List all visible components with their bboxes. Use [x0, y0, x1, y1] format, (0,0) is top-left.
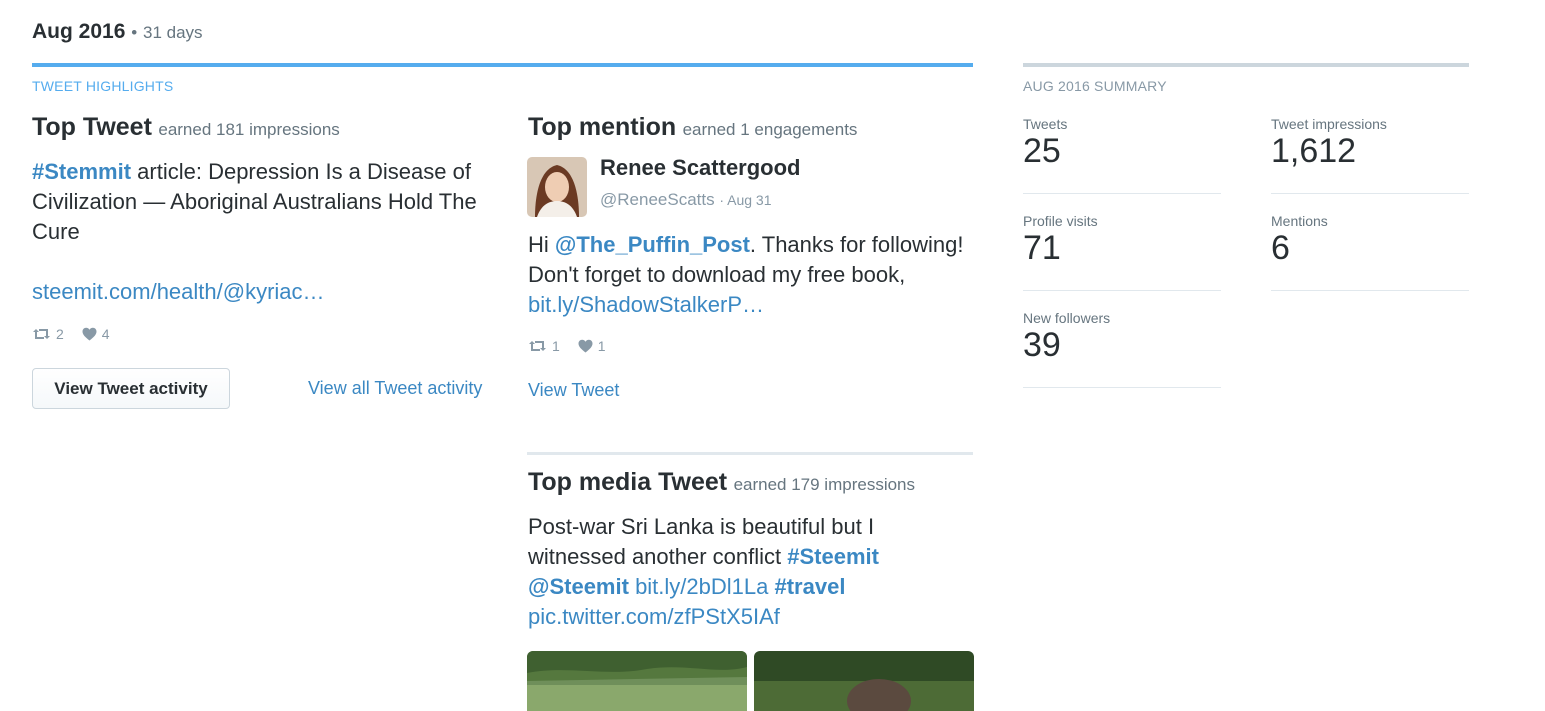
- stat-divider: [1271, 193, 1469, 194]
- media-image-1[interactable]: [527, 651, 747, 711]
- mention-author-handle[interactable]: @ReneeScatts: [600, 190, 715, 209]
- mention-author-handle-row: @ReneeScatts · Aug 31: [600, 190, 771, 210]
- top-media-earned: earned 179 impressions: [733, 475, 916, 494]
- top-mention-text: Hi @The_Puffin_Post. Thanks for followin…: [528, 230, 968, 320]
- top-tweet-likes: 4: [82, 326, 110, 342]
- heart-icon: [82, 327, 97, 341]
- stat-mentions-value: 6: [1271, 229, 1290, 267]
- period-separator: •: [131, 23, 138, 42]
- top-media-title: Top media Tweet: [528, 468, 728, 496]
- stat-mentions: Mentions 6: [1271, 213, 1328, 268]
- top-mention-earned: earned 1 engagements: [682, 120, 858, 139]
- stat-divider: [1271, 290, 1469, 291]
- stat-tweets: Tweets 25: [1023, 116, 1067, 171]
- view-tweet-activity-button[interactable]: View Tweet activity: [32, 368, 230, 409]
- stat-tweets-label: Tweets: [1023, 116, 1068, 132]
- top-tweet-earned: earned 181 impressions: [158, 120, 340, 139]
- stat-divider: [1023, 387, 1221, 388]
- top-mention-like-count: 1: [597, 338, 606, 354]
- media-divider: [527, 452, 973, 455]
- top-tweet-retweet-count: 2: [56, 326, 64, 342]
- summary-divider: [1023, 63, 1469, 67]
- period-days: 31 days: [143, 23, 203, 42]
- stat-divider: [1023, 290, 1221, 291]
- view-tweet-link[interactable]: View Tweet: [528, 380, 619, 401]
- mention-book-link[interactable]: bit.ly/ShadowStalkerP…: [528, 292, 764, 317]
- media-pic-link[interactable]: pic.twitter.com/zfPStX5IAf: [528, 604, 780, 629]
- mention-author-name[interactable]: Renee Scattergood: [600, 155, 801, 181]
- stat-new-followers-value: 39: [1023, 326, 1061, 364]
- stat-mentions-label: Mentions: [1271, 213, 1328, 229]
- view-all-tweet-activity-link[interactable]: View all Tweet activity: [308, 378, 482, 399]
- media-link[interactable]: bit.ly/2bDl1La: [635, 574, 768, 599]
- top-tweet-text: #Stemmit article: Depression Is a Diseas…: [32, 157, 482, 247]
- media-mention-steemit[interactable]: @Steemit: [528, 574, 629, 599]
- media-image-2[interactable]: [754, 651, 974, 711]
- highlights-divider: [32, 63, 973, 67]
- top-tweet-title: Top Tweet: [32, 113, 152, 141]
- top-media-heading: Top media Tweet earned 179 impressions: [528, 468, 915, 497]
- stat-profile-visits-value: 71: [1023, 229, 1061, 267]
- mention-user-link[interactable]: @The_Puffin_Post: [555, 232, 750, 257]
- stat-new-followers: New followers 39: [1023, 310, 1110, 365]
- stat-profile-visits: Profile visits 71: [1023, 213, 1098, 268]
- period-label: Aug 2016: [32, 20, 126, 43]
- top-mention-actions: 1 1: [528, 338, 624, 354]
- top-tweet-link[interactable]: steemit.com/health/@kyriac…: [32, 277, 325, 307]
- avatar[interactable]: [527, 157, 587, 217]
- retweet-icon: [528, 339, 547, 353]
- stat-impressions-label: Tweet impressions: [1271, 116, 1387, 132]
- top-mention-heading: Top mention earned 1 engagements: [528, 113, 857, 142]
- top-mention-title: Top mention: [528, 113, 677, 141]
- mention-date: · Aug 31: [719, 192, 772, 208]
- top-tweet-actions: 2 4: [32, 326, 128, 342]
- top-mention-retweets: 1: [528, 338, 560, 354]
- media-hashtag-steemit[interactable]: #Steemit: [787, 544, 879, 569]
- media-hashtag-travel[interactable]: #travel: [775, 574, 846, 599]
- top-tweet-heading: Top Tweet earned 181 impressions: [32, 113, 340, 142]
- stat-tweet-impressions: Tweet impressions 1,612: [1271, 116, 1387, 171]
- top-media-text: Post-war Sri Lanka is beautiful but I wi…: [528, 512, 968, 632]
- period-header: Aug 2016 • 31 days: [32, 20, 203, 44]
- stat-impressions-value: 1,612: [1271, 132, 1357, 170]
- top-tweet-like-count: 4: [101, 326, 110, 342]
- stat-divider: [1023, 193, 1221, 194]
- top-mention-likes: 1: [578, 338, 606, 354]
- heart-icon: [578, 339, 593, 353]
- tweet-highlights-label: TWEET HIGHLIGHTS: [32, 78, 174, 94]
- top-tweet-hashtag[interactable]: #Stemmit: [32, 159, 131, 184]
- mention-text-hi: Hi: [528, 232, 555, 257]
- stat-profile-visits-label: Profile visits: [1023, 213, 1098, 229]
- retweet-icon: [32, 327, 51, 341]
- top-tweet-retweets: 2: [32, 326, 64, 342]
- stat-tweets-value: 25: [1023, 132, 1061, 170]
- stat-new-followers-label: New followers: [1023, 310, 1111, 326]
- summary-label: AUG 2016 SUMMARY: [1023, 78, 1167, 94]
- top-mention-retweet-count: 1: [552, 338, 560, 354]
